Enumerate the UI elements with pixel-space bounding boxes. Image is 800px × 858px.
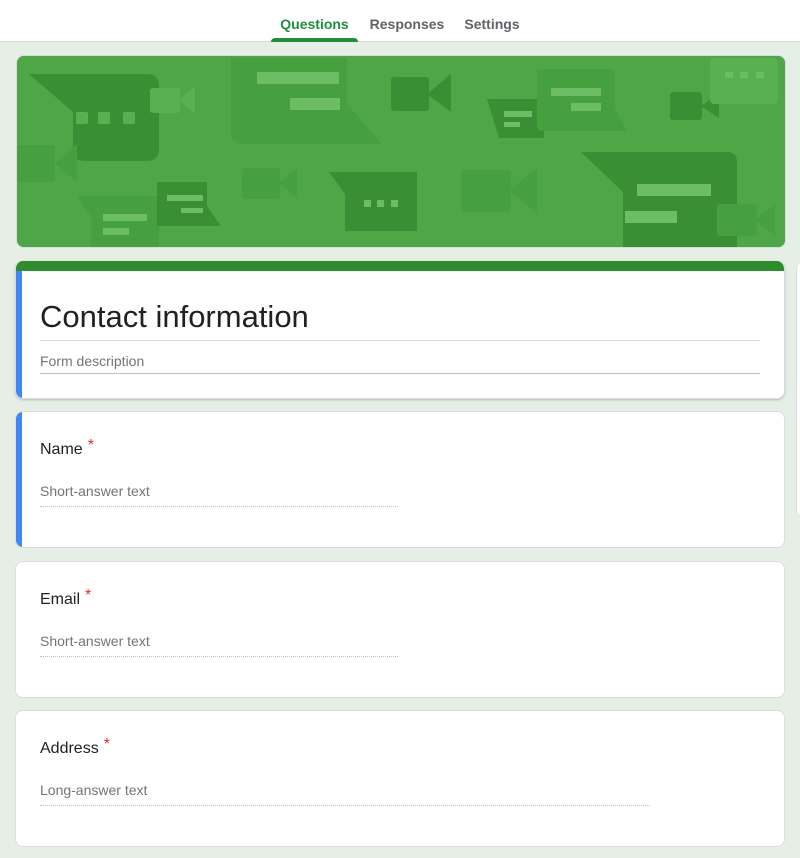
tab-responses[interactable]: Responses: [364, 0, 450, 42]
question-title: Name *: [40, 437, 94, 462]
required-asterisk: *: [87, 437, 94, 454]
required-asterisk: *: [85, 587, 92, 604]
question-title-text: Address: [40, 740, 99, 757]
short-answer-placeholder: Short-answer text: [40, 482, 398, 507]
question-card-name[interactable]: Name * Short-answer text: [15, 411, 785, 548]
question-title-text: Email: [40, 591, 81, 608]
form-description-field[interactable]: Form description: [40, 351, 760, 374]
floating-toolbar-edge[interactable]: [796, 264, 800, 514]
long-answer-placeholder: Long-answer text: [40, 781, 650, 806]
top-tab-bar: Questions Responses Settings: [0, 0, 800, 42]
form-title-input[interactable]: Contact information: [40, 297, 760, 341]
question-title: Address *: [40, 736, 110, 761]
question-title: Email *: [40, 587, 92, 612]
question-card-email[interactable]: Email * Short-answer text: [15, 561, 785, 698]
header-banner-image: [16, 55, 786, 248]
required-asterisk: *: [103, 736, 110, 753]
question-title-text: Name: [40, 441, 83, 458]
banner-chat-pattern: [17, 56, 785, 247]
question-card-address[interactable]: Address * Long-answer text: [15, 710, 785, 847]
form-title-card: Contact information Form description: [15, 261, 785, 399]
theme-color-strip: [16, 261, 784, 271]
tab-settings[interactable]: Settings: [458, 0, 526, 42]
short-answer-placeholder: Short-answer text: [40, 632, 398, 657]
active-tab-indicator: [271, 38, 358, 42]
tab-questions[interactable]: Questions: [271, 0, 358, 42]
